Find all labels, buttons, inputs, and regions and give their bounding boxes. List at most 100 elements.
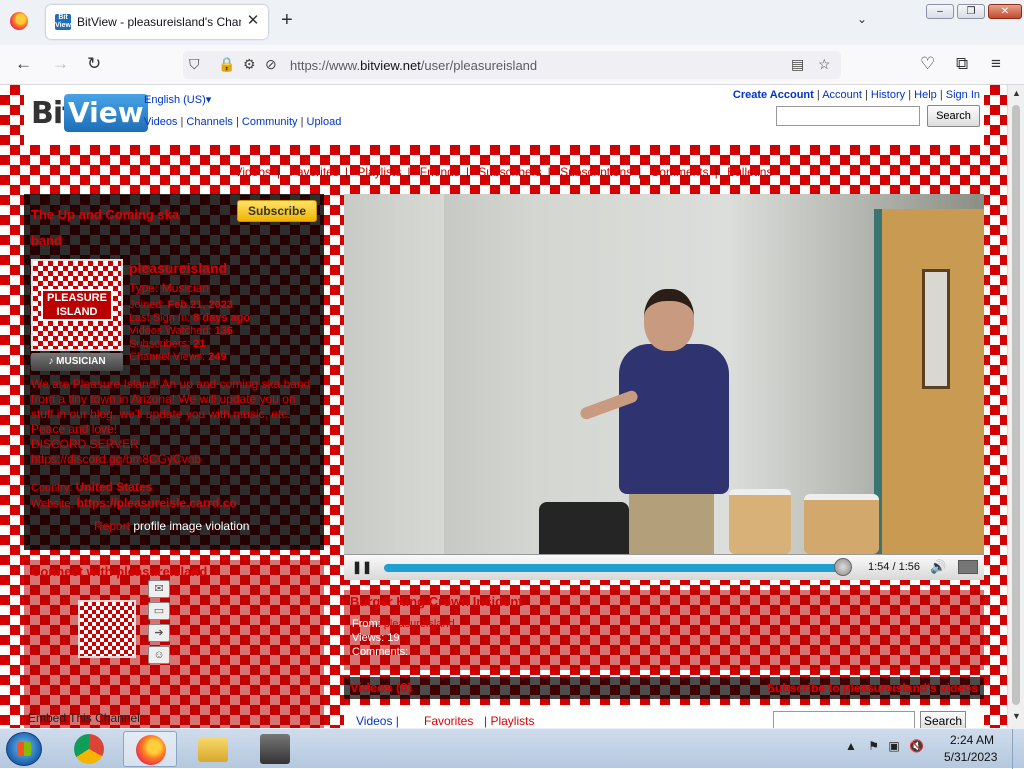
minimize-button[interactable]: – xyxy=(926,4,954,19)
pause-icon[interactable]: ❚❚ xyxy=(352,560,372,574)
page-scrollbar[interactable]: ▲ ▼ xyxy=(1007,85,1024,728)
seek-handle[interactable] xyxy=(834,558,852,576)
website-link[interactable]: https://pleasureisle.carrd.co xyxy=(77,496,237,510)
videos-search-button[interactable]: Search xyxy=(920,711,966,728)
scroll-down-icon[interactable]: ▼ xyxy=(1012,711,1021,721)
reload-icon[interactable]: ↻ xyxy=(87,54,101,74)
tab-subscribers[interactable]: Subscribers xyxy=(472,165,547,179)
browser-tab-bar: Bit View BitView - pleasureisland's Chan… xyxy=(0,0,1024,45)
send-message-icon[interactable]: ✉ xyxy=(148,580,170,598)
connect-panel: Connect with pleasureisland ✉ ▭ ➔ ☺ Embe… xyxy=(24,560,324,728)
taskbar-explorer[interactable] xyxy=(186,731,240,767)
extensions-icon[interactable]: ⧉ xyxy=(956,54,968,74)
from-label: From: xyxy=(352,618,381,630)
tab-bulletins[interactable]: Bulletins xyxy=(721,165,778,179)
description-text: We are Pleasure Island! An up and coming… xyxy=(31,377,311,436)
tab-videos[interactable]: Videos xyxy=(229,165,277,179)
stat-label: Channel Views: xyxy=(129,351,206,363)
help-link[interactable]: Help xyxy=(914,89,937,101)
videos-section-header: Videos (8) Subscribe to pleasureisland's… xyxy=(344,677,984,699)
video-title[interactable]: Burger King Crown Incident xyxy=(350,594,523,609)
action-center-flag-icon[interactable]: ⚑ xyxy=(868,739,879,753)
connect-avatar[interactable] xyxy=(78,600,136,658)
add-comment-icon[interactable]: ▭ xyxy=(148,602,170,620)
clock-date[interactable]: 5/31/2023 xyxy=(944,750,997,764)
firefox-logo-icon[interactable] xyxy=(10,12,28,30)
taskbar-java-app[interactable] xyxy=(248,731,302,767)
musician-badge-label: MUSICIAN xyxy=(56,356,106,367)
windows-taskbar: ▲ ⚑ ▣ 🔇 2:24 AM 5/31/2023 xyxy=(0,728,1024,769)
favorites-subtab[interactable]: Favorites xyxy=(424,714,473,728)
site-search-button[interactable]: Search xyxy=(927,105,980,127)
volume-muted-icon[interactable]: 🔇 xyxy=(909,739,924,753)
menu-icon[interactable]: ≡ xyxy=(991,54,1001,74)
fullscreen-icon[interactable] xyxy=(958,560,978,574)
discord-link[interactable]: https://discord.gg/bm8CGyCvnb xyxy=(31,452,321,467)
tab-favorites[interactable]: Favorites xyxy=(283,165,344,179)
lock-icon[interactable]: 🔒 xyxy=(218,56,235,73)
tab-close-icon[interactable]: ✕ xyxy=(245,12,261,30)
subscribe-videos-link[interactable]: Subscribe to pleasureisland's videos xyxy=(767,681,978,695)
stat-value: 21 xyxy=(193,338,206,350)
reader-view-icon[interactable]: ▤ xyxy=(791,56,804,73)
create-account-link[interactable]: Create Account xyxy=(733,89,814,101)
forward-arrow-icon[interactable]: → xyxy=(52,54,69,74)
permissions-icon[interactable]: ⚙ xyxy=(243,56,256,73)
account-link[interactable]: Account xyxy=(822,89,862,101)
browser-tab-active[interactable]: Bit View BitView - pleasureisland's Chan… xyxy=(46,5,268,39)
nav-videos-link[interactable]: Videos xyxy=(144,116,177,128)
sign-in-link[interactable]: Sign In xyxy=(946,89,980,101)
network-icon[interactable]: ▣ xyxy=(888,739,899,753)
share-channel-icon[interactable]: ➔ xyxy=(148,624,170,642)
nav-community-link[interactable]: Community xyxy=(242,116,298,128)
scroll-thumb[interactable] xyxy=(1012,105,1020,705)
logo-view-text: View xyxy=(64,94,148,132)
avatar-logo-text: PLEASURE ISLAND xyxy=(41,289,113,321)
tracking-shield-icon[interactable]: ⛉ xyxy=(189,56,200,73)
videos-tab-bar: Videos | Favorites | Playlists Search xyxy=(344,705,984,728)
website-label: Website: xyxy=(31,498,74,510)
window-close-button[interactable]: ✕ xyxy=(988,4,1022,19)
videos-search-input[interactable] xyxy=(773,711,915,728)
video-comments: Comments: xyxy=(352,646,408,658)
start-button[interactable] xyxy=(6,732,42,766)
pocket-icon[interactable]: ♡ xyxy=(920,54,935,74)
scroll-up-icon[interactable]: ▲ xyxy=(1012,88,1021,98)
address-bar[interactable]: ⛉ 🔒 ⚙ ⊘ https://www.bitview.net/user/ple… xyxy=(183,51,841,79)
channel-avatar[interactable]: PLEASURE ISLAND xyxy=(31,259,123,351)
discord-label: DISCORD SERVER xyxy=(31,437,139,451)
progress-bar[interactable] xyxy=(384,564,846,572)
main-nav-links: Videos | Channels | Community | Upload xyxy=(144,116,342,128)
show-desktop-button[interactable] xyxy=(1012,729,1024,769)
site-header: Bit View English (US)▾ Videos | Channels… xyxy=(24,85,984,145)
language-selector[interactable]: English (US)▾ xyxy=(144,93,211,106)
video-player[interactable] xyxy=(344,194,984,554)
volume-icon[interactable]: 🔊 xyxy=(930,559,946,575)
nav-channels-link[interactable]: Channels xyxy=(186,116,232,128)
taskbar-chrome[interactable] xyxy=(62,731,116,767)
back-arrow-icon[interactable]: ← xyxy=(15,54,32,74)
tab-subscriptions[interactable]: Subscriptions xyxy=(554,165,638,179)
restore-button[interactable]: ❐ xyxy=(957,4,985,19)
history-link[interactable]: History xyxy=(871,89,905,101)
bookmark-star-icon[interactable]: ☆ xyxy=(818,56,831,73)
clock-time[interactable]: 2:24 AM xyxy=(950,733,994,747)
videos-subtab[interactable]: Videos | xyxy=(356,714,399,728)
autoplay-blocked-icon[interactable]: ⊘ xyxy=(265,56,277,73)
report-link[interactable]: Report profile image violation xyxy=(94,519,249,533)
list-all-tabs-icon[interactable]: ⌄ xyxy=(857,12,867,26)
from-user-link[interactable]: pleasureisland xyxy=(384,618,455,630)
new-tab-icon[interactable]: + xyxy=(281,10,293,30)
subscribe-button[interactable]: Subscribe xyxy=(237,200,317,222)
nav-upload-link[interactable]: Upload xyxy=(307,116,342,128)
playlists-subtab[interactable]: | Playlists xyxy=(484,714,534,728)
show-hidden-icons-icon[interactable]: ▲ xyxy=(845,739,857,753)
taskbar-firefox[interactable] xyxy=(123,731,177,767)
tab-friends[interactable]: Friends xyxy=(414,165,466,179)
tab-playlists[interactable]: Playlists xyxy=(351,165,407,179)
url-text: https://www.bitview.net/user/pleasureisl… xyxy=(290,58,538,73)
site-search-input[interactable] xyxy=(776,106,920,126)
tab-comments[interactable]: Comments xyxy=(645,165,715,179)
add-friend-icon[interactable]: ☺ xyxy=(148,646,170,664)
time-display: 1:54 / 1:56 xyxy=(868,561,920,573)
